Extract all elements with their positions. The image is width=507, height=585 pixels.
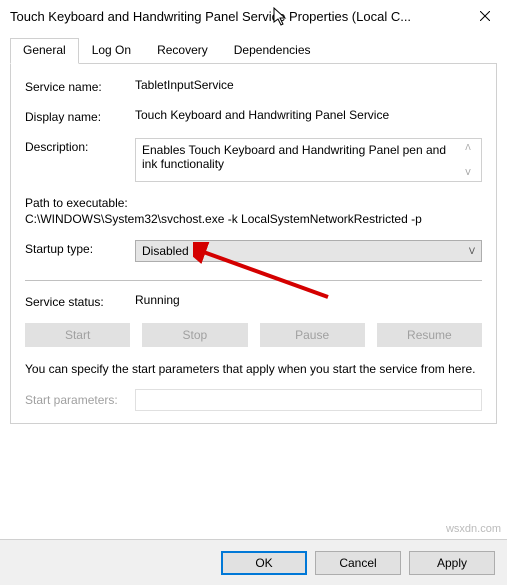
close-icon: [480, 11, 490, 21]
start-parameters-label: Start parameters:: [25, 393, 135, 407]
tab-general[interactable]: General: [10, 38, 79, 64]
pause-button[interactable]: Pause: [260, 323, 365, 347]
tab-dependencies[interactable]: Dependencies: [221, 38, 324, 63]
ok-button[interactable]: OK: [221, 551, 307, 575]
display-name-label: Display name:: [25, 108, 135, 124]
description-label: Description:: [25, 138, 135, 154]
description-text: Enables Touch Keyboard and Handwriting P…: [142, 143, 461, 177]
dialog-footer: OK Cancel Apply: [0, 539, 507, 585]
tab-recovery[interactable]: Recovery: [144, 38, 221, 63]
tab-strip: General Log On Recovery Dependencies: [10, 38, 497, 64]
description-scrollbar[interactable]: ᐱ ᐯ: [461, 143, 475, 177]
service-status-value: Running: [135, 293, 482, 307]
close-button[interactable]: [462, 0, 507, 32]
window-title: Touch Keyboard and Handwriting Panel Ser…: [10, 9, 411, 24]
tab-logon[interactable]: Log On: [79, 38, 144, 63]
titlebar: Touch Keyboard and Handwriting Panel Ser…: [0, 0, 507, 32]
tab-panel-general: Service name: TabletInputService Display…: [10, 64, 497, 424]
cancel-button[interactable]: Cancel: [315, 551, 401, 575]
display-name-value: Touch Keyboard and Handwriting Panel Ser…: [135, 108, 482, 122]
path-value: C:\WINDOWS\System32\svchost.exe -k Local…: [25, 212, 482, 226]
separator: [25, 280, 482, 281]
scroll-down-icon: ᐯ: [465, 168, 470, 177]
path-label: Path to executable:: [25, 196, 482, 210]
stop-button[interactable]: Stop: [142, 323, 247, 347]
service-status-label: Service status:: [25, 293, 135, 309]
service-name-value: TabletInputService: [135, 78, 482, 92]
startup-type-label: Startup type:: [25, 240, 135, 256]
chevron-down-icon: ᐯ: [469, 246, 475, 257]
start-parameters-input[interactable]: [135, 389, 482, 411]
start-parameters-note: You can specify the start parameters tha…: [25, 361, 482, 377]
start-button[interactable]: Start: [25, 323, 130, 347]
watermark: wsxdn.com: [446, 523, 501, 535]
resume-button[interactable]: Resume: [377, 323, 482, 347]
service-name-label: Service name:: [25, 78, 135, 94]
startup-type-select[interactable]: Disabled ᐯ: [135, 240, 482, 262]
startup-type-value: Disabled: [142, 244, 189, 258]
scroll-up-icon: ᐱ: [465, 143, 470, 152]
description-box: Enables Touch Keyboard and Handwriting P…: [135, 138, 482, 182]
apply-button[interactable]: Apply: [409, 551, 495, 575]
